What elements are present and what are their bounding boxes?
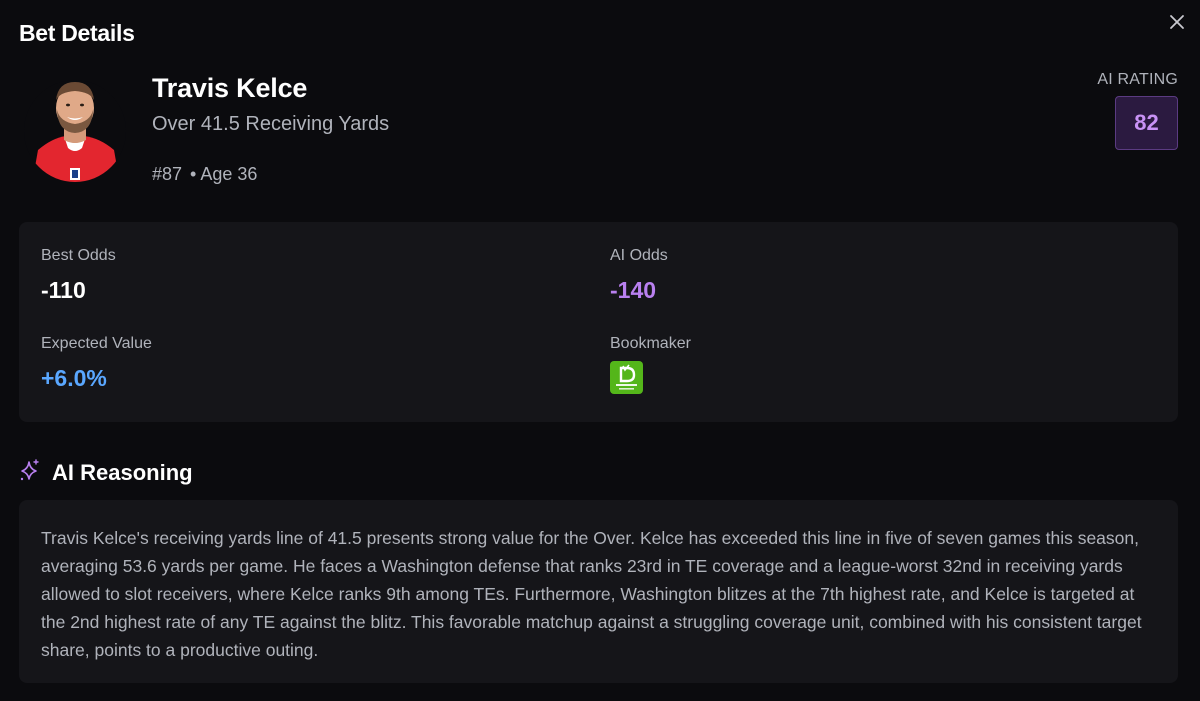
bookmaker-stat: Bookmaker: [610, 335, 691, 394]
modal-title: Bet Details: [19, 20, 135, 46]
ai-reasoning-card: Travis Kelce's receiving yards line of 4…: [19, 500, 1178, 683]
jersey-number: #87: [152, 164, 183, 184]
ai-reasoning-text: Travis Kelce's receiving yards line of 4…: [41, 528, 1142, 660]
bet-details-modal: Bet Details Travis Kelce Over 41.5 Recei…: [0, 0, 1200, 701]
best-odds-label: Best Odds: [41, 247, 116, 264]
ai-odds-value: -140: [610, 277, 657, 303]
ai-rating-value: 82: [1134, 110, 1159, 135]
draftkings-logo[interactable]: [610, 361, 643, 394]
stats-card: Best Odds -110 AI Odds -140 Expected Val…: [19, 222, 1178, 422]
player-age: • Age 36: [190, 164, 258, 184]
ai-reasoning-header: AI Reasoning: [19, 459, 193, 486]
best-odds-stat: Best Odds -110: [41, 247, 116, 304]
close-icon[interactable]: [1168, 13, 1186, 31]
best-odds-value: -110: [41, 277, 86, 303]
expected-value-label: Expected Value: [41, 335, 152, 352]
player-meta: #87 • Age 36: [152, 164, 257, 185]
ai-rating-label: AI RATING: [1097, 71, 1178, 88]
player-name: Travis Kelce: [152, 73, 308, 103]
bet-line: Over 41.5 Receiving Yards: [152, 113, 390, 135]
expected-value-stat: Expected Value +6.0%: [41, 335, 152, 392]
bookmaker-label: Bookmaker: [610, 335, 691, 352]
ai-rating-badge: 82: [1115, 96, 1178, 150]
ai-reasoning-title: AI Reasoning: [52, 459, 193, 485]
sparkles-icon: [19, 459, 40, 486]
player-avatar: [24, 70, 127, 184]
ai-odds-label: AI Odds: [610, 247, 668, 264]
expected-value-value: +6.0%: [41, 365, 107, 391]
ai-odds-stat: AI Odds -140: [610, 247, 668, 304]
